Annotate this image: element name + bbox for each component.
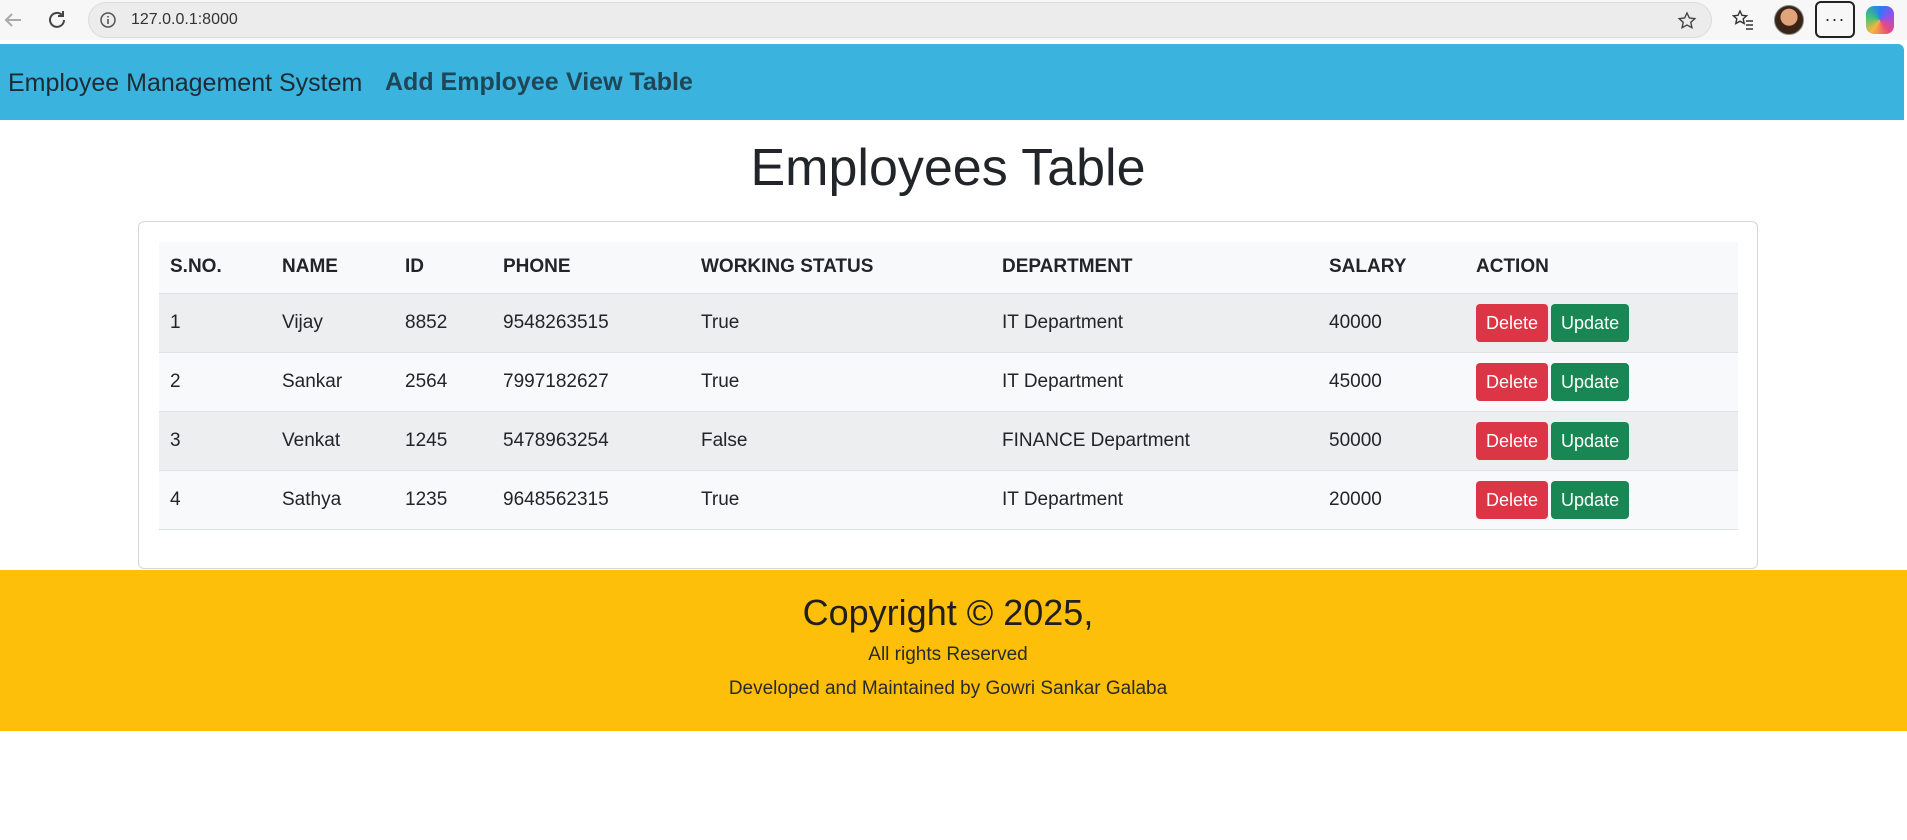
table-row: 3 Venkat 1245 5478963254 False FINANCE D… xyxy=(159,411,1738,471)
cell-id: 2564 xyxy=(394,352,492,412)
url-text: 127.0.0.1:8000 xyxy=(131,11,238,28)
copilot-icon[interactable] xyxy=(1866,6,1894,34)
cell-sno: 1 xyxy=(159,293,271,353)
cell-phone: 9648562315 xyxy=(492,470,690,530)
cell-id: 1235 xyxy=(394,470,492,530)
cell-name: Vijay xyxy=(271,293,394,353)
header-action: ACTION xyxy=(1465,242,1738,294)
update-button[interactable]: Update xyxy=(1551,303,1630,342)
page-title: Employees Table xyxy=(750,139,1146,197)
nav-view-table-link[interactable]: View Table xyxy=(566,68,693,97)
cell-sno: 3 xyxy=(159,411,271,471)
cell-salary: 50000 xyxy=(1318,411,1465,471)
update-button[interactable]: Update xyxy=(1551,362,1630,401)
table-row: 2 Sankar 2564 7997182627 True IT Departm… xyxy=(159,352,1738,412)
delete-button[interactable]: Delete xyxy=(1476,362,1549,401)
cell-salary: 40000 xyxy=(1318,293,1465,353)
table-header-row: S.NO. NAME ID PHONE WORKING STATUS DEPAR… xyxy=(159,242,1738,294)
cell-department: FINANCE Department xyxy=(991,411,1318,471)
profile-avatar[interactable] xyxy=(1774,5,1804,35)
cell-sno: 2 xyxy=(159,352,271,412)
cell-salary: 20000 xyxy=(1318,470,1465,530)
cell-phone: 9548263515 xyxy=(492,293,690,353)
footer-copyright: Copyright © 2025, xyxy=(802,592,1094,633)
cell-sno: 4 xyxy=(159,470,271,530)
cell-salary: 45000 xyxy=(1318,352,1465,412)
nav-add-employee-link[interactable]: Add Employee xyxy=(385,68,559,97)
footer: Copyright © 2025, All rights Reserved De… xyxy=(0,570,1907,731)
header-department: DEPARTMENT xyxy=(991,242,1318,294)
address-bar[interactable]: 127.0.0.1:8000 xyxy=(88,2,1712,38)
cell-action: Delete Update xyxy=(1465,470,1738,530)
footer-developer: Developed and Maintained by Gowri Sankar… xyxy=(728,678,1168,699)
table-card: S.NO. NAME ID PHONE WORKING STATUS DEPAR… xyxy=(138,221,1758,569)
cell-action: Delete Update xyxy=(1465,411,1738,471)
cell-department: IT Department xyxy=(991,470,1318,530)
back-arrow-icon[interactable] xyxy=(0,7,26,33)
cell-name: Sathya xyxy=(271,470,394,530)
header-working-status: WORKING STATUS xyxy=(690,242,991,294)
site-info-icon[interactable] xyxy=(99,11,117,29)
table-row: 1 Vijay 8852 9548263515 True IT Departme… xyxy=(159,293,1738,353)
update-button[interactable]: Update xyxy=(1551,480,1630,519)
cell-id: 8852 xyxy=(394,293,492,353)
cell-name: Sankar xyxy=(271,352,394,412)
table-row: 4 Sathya 1235 9648562315 True IT Departm… xyxy=(159,470,1738,530)
cell-action: Delete Update xyxy=(1465,293,1738,353)
reload-icon[interactable] xyxy=(44,7,70,33)
delete-button[interactable]: Delete xyxy=(1476,421,1549,460)
header-name: NAME xyxy=(271,242,394,294)
cell-phone: 7997182627 xyxy=(492,352,690,412)
cell-working-status: True xyxy=(690,293,991,353)
cell-working-status: True xyxy=(690,470,991,530)
favorites-icon[interactable] xyxy=(1730,7,1756,33)
delete-button[interactable]: Delete xyxy=(1476,480,1549,519)
header-phone: PHONE xyxy=(492,242,690,294)
cell-working-status: True xyxy=(690,352,991,412)
cell-phone: 5478963254 xyxy=(492,411,690,471)
cell-department: IT Department xyxy=(991,352,1318,412)
header-id: ID xyxy=(394,242,492,294)
star-icon[interactable] xyxy=(1675,9,1699,33)
navbar: Employee Management System Add Employee … xyxy=(0,44,1904,120)
browser-menu-button[interactable]: ··· xyxy=(1815,1,1855,38)
cell-working-status: False xyxy=(690,411,991,471)
footer-rights: All rights Reserved xyxy=(868,644,1028,665)
delete-button[interactable]: Delete xyxy=(1476,303,1549,342)
cell-name: Venkat xyxy=(271,411,394,471)
header-salary: SALARY xyxy=(1318,242,1465,294)
cell-action: Delete Update xyxy=(1465,352,1738,412)
brand-title[interactable]: Employee Management System xyxy=(8,69,362,98)
header-sno: S.NO. xyxy=(159,242,271,294)
employees-table: S.NO. NAME ID PHONE WORKING STATUS DEPAR… xyxy=(159,242,1738,530)
cell-id: 1245 xyxy=(394,411,492,471)
browser-toolbar: 127.0.0.1:8000 ··· xyxy=(0,0,1907,40)
cell-department: IT Department xyxy=(991,293,1318,353)
update-button[interactable]: Update xyxy=(1551,421,1630,460)
